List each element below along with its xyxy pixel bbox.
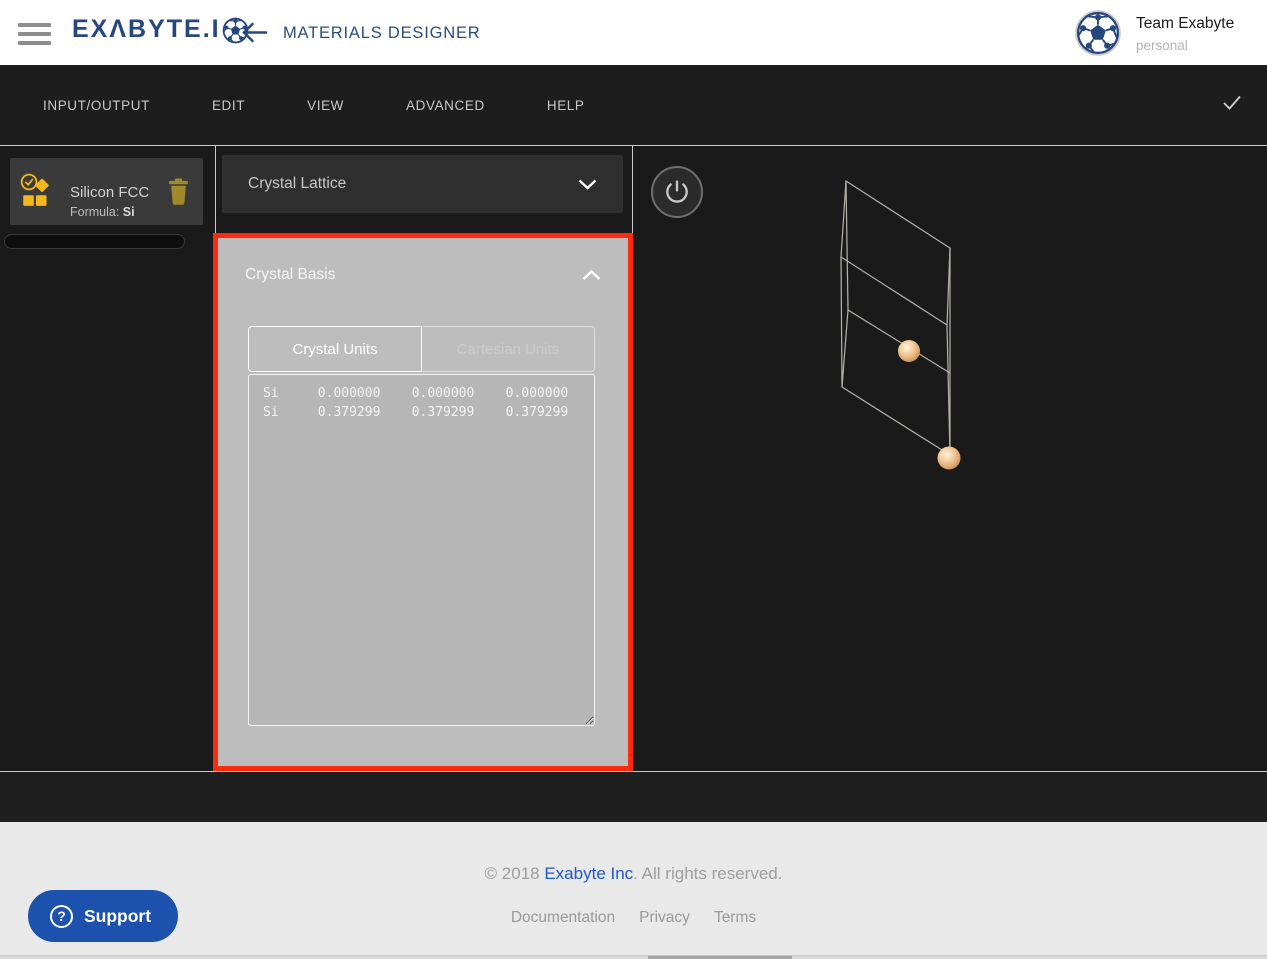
page-title: MATERIALS DESIGNER — [283, 24, 480, 43]
chevron-down-icon[interactable] — [578, 179, 597, 190]
content-area: Silicon FCC Formula: Si Crystal Lattice … — [0, 146, 1267, 771]
material-name: Silicon FCC — [70, 184, 149, 201]
menu-advanced[interactable]: ADVANCED — [406, 98, 485, 113]
unit-cell-wireframe — [841, 181, 950, 455]
tab-cartesian-units[interactable]: Cartesian Units — [422, 326, 595, 372]
atom-si-1 — [898, 340, 920, 362]
logo-text: EXΛBYTE.I — [72, 15, 221, 44]
link-terms[interactable]: Terms — [714, 909, 756, 927]
trash-icon[interactable] — [168, 178, 189, 205]
crystal-lattice-title: Crystal Lattice — [248, 175, 578, 193]
atom-si-2 — [938, 447, 961, 470]
menu-input-output[interactable]: INPUT/OUTPUT — [43, 98, 150, 113]
copyright: © 2018 Exabyte Inc. All rights reserved. — [0, 822, 1267, 884]
back-arrow-icon[interactable] — [241, 22, 268, 43]
formula-value: Si — [123, 205, 135, 219]
menu-edit[interactable]: EDIT — [212, 98, 245, 113]
link-documentation[interactable]: Documentation — [511, 909, 615, 927]
check-icon[interactable] — [1222, 95, 1242, 111]
header: EXΛBYTE.I — [0, 0, 1267, 65]
support-button[interactable]: ? Support — [28, 890, 178, 942]
materials-designer-app: EXΛBYTE.I — [0, 0, 1267, 959]
bottom-strip — [0, 771, 1267, 822]
footer: © 2018 Exabyte Inc. All rights reserved.… — [0, 822, 1267, 959]
crystal-basis-title: Crystal Basis — [245, 266, 582, 284]
material-package-icon — [19, 173, 55, 209]
question-icon: ? — [50, 905, 73, 928]
menu-help[interactable]: HELP — [547, 98, 585, 113]
company-link[interactable]: Exabyte Inc — [544, 864, 633, 883]
link-privacy[interactable]: Privacy — [639, 909, 690, 927]
material-list-item-silicon-fcc[interactable]: Silicon FCC Formula: Si — [10, 158, 203, 225]
sidebar-scrollbar[interactable] — [4, 234, 185, 249]
tab-crystal-units[interactable]: Crystal Units — [248, 326, 422, 372]
user-account-type: personal — [1136, 38, 1188, 53]
support-label: Support — [84, 906, 151, 927]
horizontal-scrollbar[interactable] — [0, 955, 1267, 959]
menubar: INPUT/OUTPUT EDIT VIEW ADVANCED HELP — [0, 65, 1267, 146]
crystal-lattice-panel-header[interactable]: Crystal Lattice — [222, 155, 623, 213]
crystal-basis-panel: Crystal Basis Crystal Units Cartesian Un… — [213, 233, 633, 771]
avatar[interactable] — [1075, 10, 1121, 56]
chevron-up-icon[interactable] — [582, 270, 601, 281]
menu-view[interactable]: VIEW — [307, 98, 344, 113]
user-name: Team Exabyte — [1136, 15, 1234, 33]
crystal-basis-panel-header[interactable]: Crystal Basis — [245, 266, 601, 284]
exabyte-logo[interactable]: EXΛBYTE.I — [72, 15, 249, 44]
crystal-3d-viewport[interactable] — [633, 146, 1267, 771]
units-tabs: Crystal Units Cartesian Units — [248, 326, 595, 372]
menu-icon[interactable] — [18, 23, 51, 45]
material-formula: Formula: Si — [70, 205, 135, 219]
footer-links: Documentation Privacy Terms — [0, 909, 1267, 927]
basis-coordinates-input[interactable]: Si 0.000000 0.000000 0.000000 Si 0.37929… — [248, 374, 595, 726]
